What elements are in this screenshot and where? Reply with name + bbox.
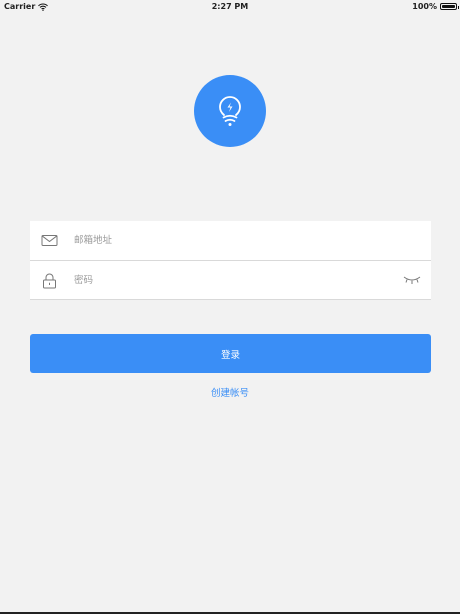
status-time: 2:27 PM [211, 2, 249, 11]
email-row [30, 221, 431, 260]
create-account-link[interactable]: 创建帐号 [211, 388, 249, 399]
login-button[interactable]: 登录 [30, 334, 431, 373]
create-account-row: 创建帐号 [0, 385, 460, 399]
battery-fill [442, 5, 455, 8]
password-row [30, 261, 431, 300]
app-logo [194, 75, 266, 147]
lock-icon [43, 273, 56, 289]
login-form [30, 221, 431, 300]
envelope-icon [41, 235, 58, 246]
lightbulb-wifi-icon [219, 96, 241, 126]
closed-eye-icon[interactable] [403, 274, 421, 286]
status-bar: Carrier 2:27 PM 100% [0, 0, 460, 13]
password-input[interactable] [74, 261, 394, 300]
form-bottom-border [30, 299, 431, 300]
status-right: 100% [412, 0, 459, 13]
email-input[interactable] [74, 221, 394, 260]
battery-percent: 100% [412, 2, 437, 11]
battery-icon [440, 3, 459, 10]
